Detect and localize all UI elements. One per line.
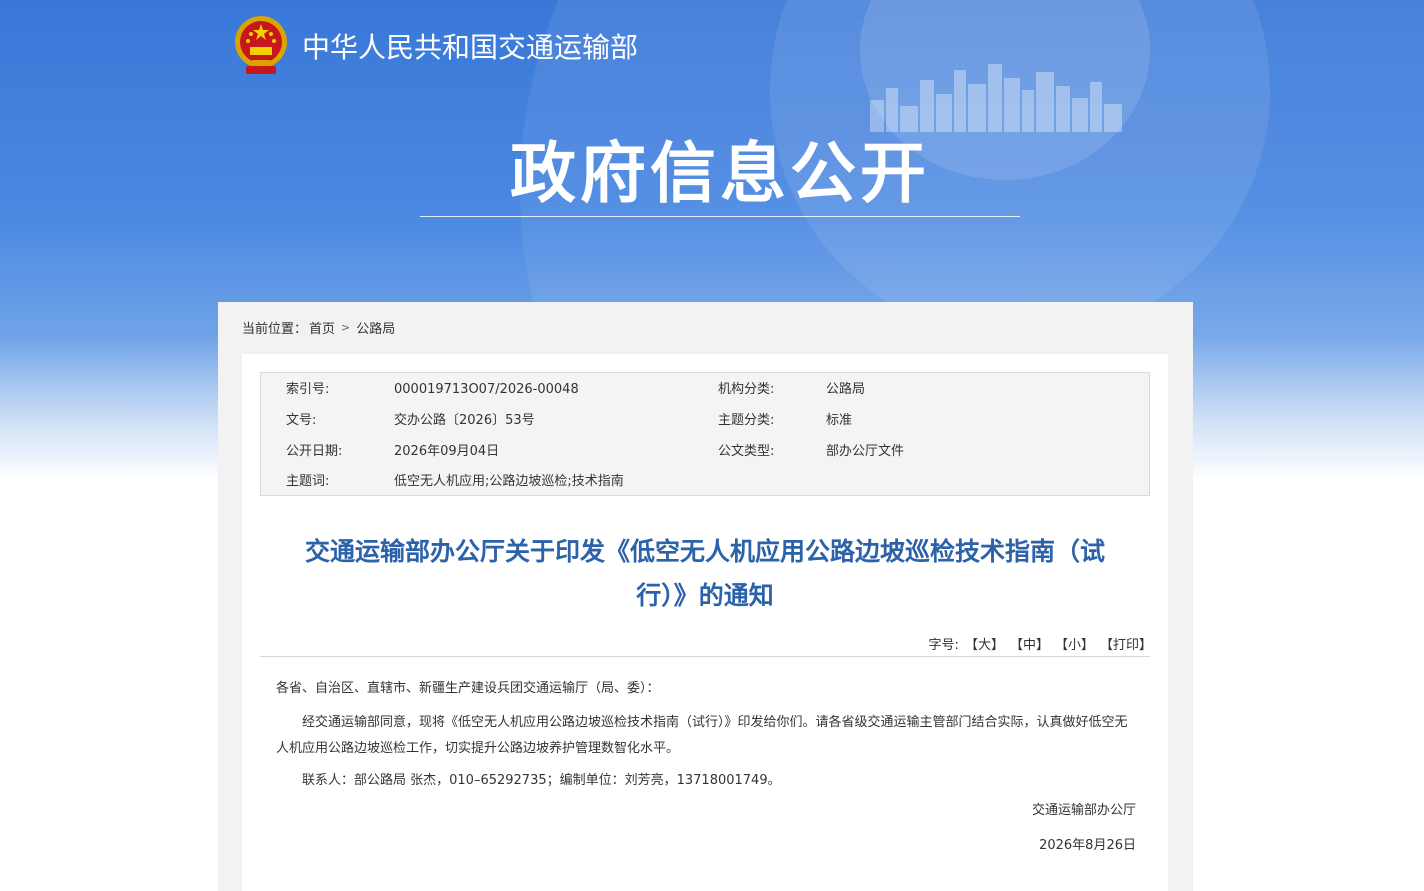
document-metadata-table: 索引号: 000019713O07/2026-00048 机构分类: 公路局 文… — [260, 372, 1150, 496]
site-brand[interactable]: 中华人民共和国交通运输部 — [232, 14, 638, 78]
article-content: 索引号: 000019713O07/2026-00048 机构分类: 公路局 文… — [242, 354, 1168, 891]
org-label: 机构分类: — [718, 382, 775, 397]
breadcrumb: 当前位置： 首页 > 公路局 — [242, 318, 395, 337]
contact-info: 联系人：部公路局 张杰，010–65292735；编制单位：刘芳亮，137180… — [302, 773, 781, 788]
breadcrumb-highway-bureau-link[interactable]: 公路局 — [356, 318, 395, 337]
publish-date-value: 2026年09月04日 — [394, 444, 500, 459]
section-title: 政府信息公开 — [510, 135, 930, 212]
index-value: 000019713O07/2026-00048 — [394, 382, 579, 397]
signature-date: 2026年8月26日 — [1039, 838, 1136, 853]
document-body: 各省、自治区、直辖市、新疆生产建设兵团交通运输厅（局、委）： 经交通运输部同意，… — [276, 676, 1136, 800]
breadcrumb-separator: > — [341, 321, 351, 334]
signature-issuer: 交通运输部办公厅 — [1031, 803, 1136, 818]
print-button[interactable]: 【打印】 — [1100, 634, 1152, 653]
ministry-name: 中华人民共和国交通运输部 — [302, 31, 639, 64]
topic-label: 主题分类: — [718, 413, 775, 428]
font-size-toolbar: 字号: 【大】 【中】 【小】 【打印】 — [929, 634, 1152, 653]
doc-number-value: 交办公路〔2026〕53号 — [394, 413, 535, 428]
keywords-value: 低空无人机应用;公路边坡巡检;技术指南 — [394, 474, 624, 489]
publish-date-label: 公开日期: — [286, 444, 343, 459]
body-paragraph: 经交通运输部同意，现将《低空无人机应用公路边坡巡检技术指南（试行）》印发给你们。… — [276, 715, 1128, 756]
keywords-label: 主题词: — [286, 474, 330, 489]
breadcrumb-home-link[interactable]: 首页 — [309, 318, 335, 337]
doc-type-value: 部办公厅文件 — [826, 444, 905, 459]
national-emblem-icon — [235, 16, 287, 74]
doc-number-label: 文号: — [286, 413, 317, 428]
font-size-label: 字号: — [928, 638, 959, 653]
main-panel: 当前位置： 首页 > 公路局 索引号: 000019713O07/2026-00… — [218, 302, 1193, 891]
salutation: 各省、自治区、直辖市、新疆生产建设兵团交通运输厅（局、委）： — [276, 681, 660, 696]
index-label: 索引号: — [286, 382, 330, 397]
topic-value: 标准 — [826, 413, 853, 428]
title-underline — [420, 216, 1020, 217]
breadcrumb-label: 当前位置： — [242, 322, 308, 337]
doc-type-label: 公文类型: — [718, 444, 775, 459]
font-small-button[interactable]: 【小】 — [1055, 634, 1094, 653]
city-skyline-illustration — [870, 64, 1122, 132]
org-value: 公路局 — [826, 382, 866, 397]
document-title-line: 行）》的通知 — [636, 581, 774, 610]
content-divider — [260, 656, 1150, 657]
font-large-button[interactable]: 【大】 — [965, 634, 1004, 653]
document-title-line: 交通运输部办公厅关于印发《低空无人机应用公路边坡巡检技术指南（试 — [304, 537, 1105, 566]
font-medium-button[interactable]: 【中】 — [1010, 634, 1049, 653]
document-title: 交通运输部办公厅关于印发《低空无人机应用公路边坡巡检技术指南（试 行）》的通知 — [272, 530, 1138, 618]
